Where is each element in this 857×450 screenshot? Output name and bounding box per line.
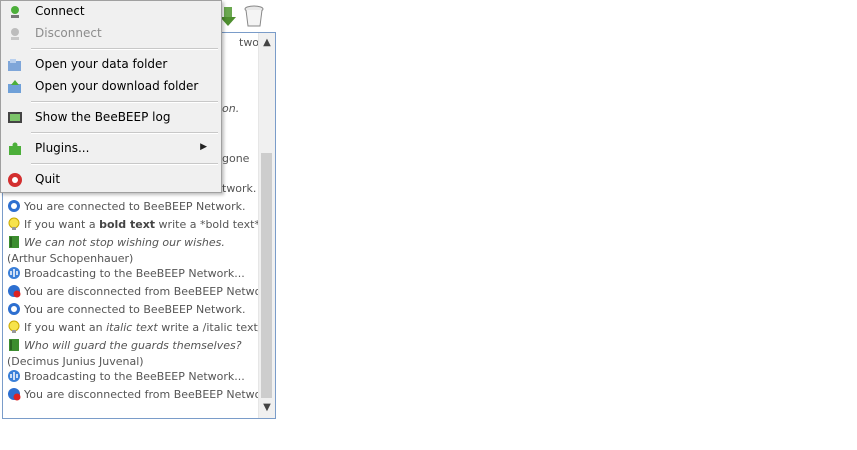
network-disconnected-icon <box>8 285 21 298</box>
chat-message: If you want an italic text write a /ital… <box>7 319 265 337</box>
chat-message: Broadcasting to the BeeBEEP Network... <box>7 368 259 386</box>
submenu-arrow-icon: ▶ <box>200 142 207 152</box>
chat-message: You are connected to BeeBEEP Network. <box>7 198 259 216</box>
menu-separator <box>31 101 218 103</box>
chat-message: You are connected to BeeBEEP Network. <box>7 301 259 319</box>
network-connected-icon <box>8 200 20 212</box>
menu-item-show-log[interactable]: Show the BeeBEEP log <box>1 107 219 129</box>
partial-text: twork. <box>239 36 274 49</box>
chat-message: Who will guard the guards themselves? (De… <box>7 339 242 368</box>
scroll-up-button[interactable]: ▲ <box>259 35 275 51</box>
trash-icon[interactable] <box>243 4 265 28</box>
lightbulb-icon <box>8 320 20 333</box>
scroll-down-button[interactable]: ▼ <box>259 400 275 416</box>
book-icon <box>9 236 19 248</box>
partial-text: on. <box>222 102 240 115</box>
download-folder-icon <box>8 80 21 93</box>
menu-item-open-data-folder[interactable]: Open your data folder <box>1 54 219 76</box>
chat-message: Broadcasting to the BeeBEEP Network... <box>7 265 259 283</box>
menu-item-disconnect[interactable]: Disconnect <box>1 23 219 45</box>
partial-text: twork. <box>222 182 257 195</box>
chat-message: If you want a bold text write a *bold te… <box>7 216 263 234</box>
menu-item-plugins[interactable]: Plugins... ▶ <box>1 138 219 160</box>
network-disconnected-icon <box>8 388 21 401</box>
broadcast-icon <box>8 267 20 279</box>
chat-message: We can not stop wishing our wishes. (Art… <box>7 236 225 265</box>
vertical-scrollbar[interactable]: ▲ ▼ <box>258 33 275 418</box>
menu-item-quit[interactable]: Quit <box>1 169 219 191</box>
book-icon <box>9 339 19 351</box>
main-menu-dropdown: Connect Disconnect Open your data folder… <box>0 0 222 193</box>
menu-separator <box>31 48 218 50</box>
plugin-icon <box>9 142 21 155</box>
menu-item-connect[interactable]: Connect <box>1 1 219 23</box>
data-folder-icon <box>8 59 21 71</box>
broadcast-icon <box>8 370 20 382</box>
connect-icon <box>11 6 19 18</box>
menu-separator <box>31 132 218 134</box>
log-icon <box>8 112 22 123</box>
menu-separator <box>31 163 218 165</box>
chat-message: You are disconnected from BeeBEEP Networ… <box>7 283 275 301</box>
network-connected-icon <box>8 303 20 315</box>
chat-message: You are disconnected from BeeBEEP Networ… <box>7 386 275 404</box>
disconnect-icon <box>11 28 19 40</box>
partial-text: gone <box>222 152 250 165</box>
lightbulb-icon <box>8 217 20 230</box>
quit-icon <box>8 173 22 187</box>
scroll-thumb[interactable] <box>261 153 272 398</box>
menu-item-open-download-folder[interactable]: Open your download folder <box>1 76 219 98</box>
